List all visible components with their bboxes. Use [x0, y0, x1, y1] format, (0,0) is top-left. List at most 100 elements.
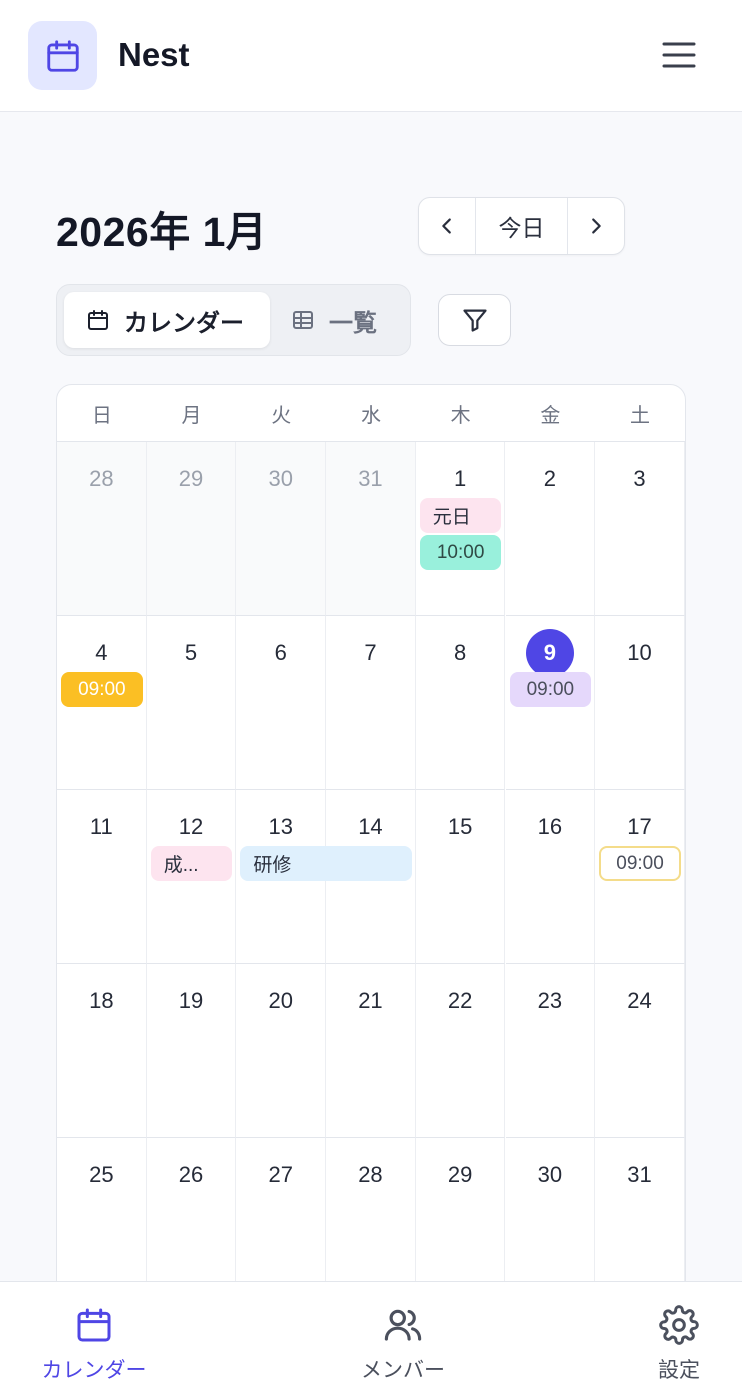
day-number: 20	[268, 988, 293, 1013]
day-number: 4	[95, 640, 108, 665]
weekday-header: 日月火水木金土	[57, 385, 685, 442]
filter-button[interactable]	[438, 294, 511, 346]
day-cell[interactable]: 22	[415, 964, 506, 1138]
event-chip[interactable]: 成...	[150, 846, 233, 881]
day-number: 29	[178, 466, 204, 491]
app-logo	[28, 21, 97, 90]
day-number: 9	[525, 629, 574, 677]
weekday-label: 火	[271, 405, 292, 427]
day-cell[interactable]: 3	[595, 442, 685, 616]
day-cell[interactable]: 19	[146, 964, 237, 1138]
bottom-nav-settings-label: 設定	[658, 1359, 700, 1382]
view-list-tab[interactable]: 一覧	[277, 292, 403, 348]
day-number: 16	[537, 814, 563, 839]
weekday-label: 日	[91, 405, 112, 427]
day-number: 7	[364, 640, 377, 665]
day-number: 15	[447, 814, 473, 839]
chevron-left-icon	[442, 218, 451, 234]
day-cell[interactable]: 28	[57, 442, 147, 616]
day-cell[interactable]: 29	[146, 442, 237, 616]
day-number: 19	[178, 988, 204, 1013]
app-title: Nest	[118, 36, 190, 73]
month-navigation: 今日	[418, 197, 625, 255]
day-number: 12	[178, 814, 204, 839]
event-chip[interactable]: 10:00	[419, 535, 502, 570]
bottom-nav-calendar-label: カレンダー	[41, 1359, 147, 1382]
day-number: 3	[633, 466, 646, 491]
day-number: 25	[89, 1162, 114, 1187]
day-cell[interactable]: 5	[146, 616, 237, 790]
day-number: 2	[543, 466, 556, 491]
day-cell[interactable]: 30	[236, 442, 327, 616]
next-month-button[interactable]	[568, 198, 624, 254]
day-number: 30	[537, 1162, 563, 1187]
day-cell[interactable]: 8	[415, 616, 506, 790]
weekday-label: 水	[360, 405, 381, 427]
hamburger-menu-icon	[662, 42, 696, 68]
day-cell[interactable]: 24	[595, 964, 685, 1138]
day-cell[interactable]: 11	[57, 790, 147, 964]
users-icon	[384, 1309, 422, 1341]
day-cell[interactable]: 6	[236, 616, 327, 790]
app-header: Nest	[0, 0, 742, 112]
event-chip[interactable]: 元日	[419, 498, 502, 533]
day-cell[interactable]: 21	[326, 964, 416, 1138]
bottom-nav-calendar[interactable]: カレンダー	[34, 1282, 154, 1400]
calendar-icon	[77, 1308, 111, 1342]
view-calendar-label: カレンダー	[124, 309, 244, 337]
calendar-icon	[46, 39, 79, 72]
chevron-right-icon	[592, 218, 601, 234]
day-cell[interactable]: 15	[415, 790, 506, 964]
month-calendar: 日月火水木金土 28 29 30 31 1 2 3 4 5 6 7 8 9 10 11 12 13 14 15 16 1…	[56, 384, 686, 1384]
gear-icon	[659, 1305, 699, 1345]
day-cell[interactable]: 10	[595, 616, 685, 790]
event-chip[interactable]: 09:00	[61, 672, 143, 707]
day-cell[interactable]: 7	[326, 616, 416, 790]
day-number: 1	[454, 466, 467, 491]
day-number: 11	[89, 814, 113, 839]
day-cell[interactable]: 18	[57, 964, 147, 1138]
day-number: 18	[89, 988, 114, 1013]
bottom-nav-settings[interactable]: 設定	[619, 1282, 739, 1400]
weekday-label: 土	[630, 405, 651, 427]
day-number: 14	[358, 814, 383, 839]
day-cell[interactable]: 23	[505, 964, 596, 1138]
day-number: 21	[358, 988, 383, 1013]
day-number: 28	[89, 466, 114, 491]
bottom-nav-members-label: メンバー	[361, 1359, 445, 1382]
day-number: 30	[268, 466, 293, 491]
view-toggle: カレンダー 一覧	[56, 284, 411, 356]
day-number: 10	[627, 640, 652, 665]
calendar-icon	[88, 310, 108, 330]
today-button[interactable]: 今日	[476, 198, 568, 254]
day-number: 13	[268, 814, 293, 839]
event-chip[interactable]: 09:00	[509, 672, 592, 707]
day-number: 23	[537, 988, 563, 1013]
bottom-navigation: カレンダー メンバー 設定	[0, 1281, 742, 1400]
weekday-label: 金	[540, 405, 561, 427]
day-number: 27	[268, 1162, 293, 1187]
day-number: 22	[447, 988, 473, 1013]
day-number: 31	[358, 466, 383, 491]
day-cell[interactable]: 16	[505, 790, 596, 964]
prev-month-button[interactable]	[419, 198, 476, 254]
event-chip[interactable]: 研修	[240, 846, 412, 881]
day-number: 6	[274, 640, 287, 665]
day-number: 5	[184, 640, 198, 665]
view-calendar-tab[interactable]: カレンダー	[64, 292, 270, 348]
day-cell[interactable]: 31	[326, 442, 416, 616]
view-list-label: 一覧	[329, 309, 377, 337]
day-cell[interactable]: 2	[505, 442, 596, 616]
day-number: 8	[454, 640, 467, 665]
table-icon	[293, 311, 313, 329]
day-cell[interactable]: 20	[236, 964, 327, 1138]
day-number: 24	[627, 988, 652, 1013]
menu-button[interactable]	[656, 34, 702, 76]
filter-icon	[462, 309, 487, 332]
weekday-label: 木	[450, 405, 471, 427]
day-number: 26	[178, 1162, 204, 1187]
weekday-label: 月	[181, 405, 202, 427]
event-chip[interactable]: 09:00	[599, 846, 681, 881]
day-number: 28	[358, 1162, 383, 1187]
bottom-nav-members[interactable]: メンバー	[343, 1282, 463, 1400]
